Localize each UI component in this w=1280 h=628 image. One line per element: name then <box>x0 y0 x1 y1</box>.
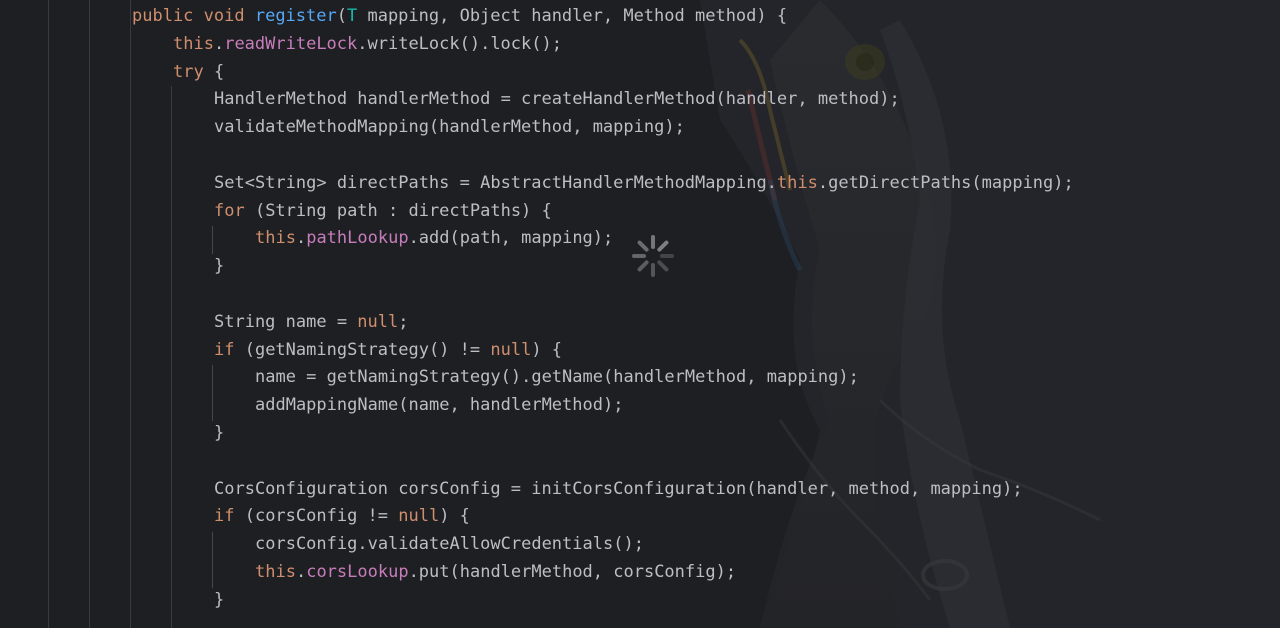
code-token: this <box>255 561 296 582</box>
code-line[interactable]: String name = null; <box>0 309 1280 337</box>
code-token: (getNamingStrategy() != <box>234 339 491 360</box>
code-token: null <box>490 339 532 360</box>
code-line[interactable]: this.readWriteLock.writeLock().lock(); <box>0 31 1280 59</box>
code-editor[interactable]: public void register(T mapping, Object h… <box>0 0 1280 628</box>
code-token: HandlerMethod handlerMethod = createHand… <box>214 89 900 110</box>
code-token: corsLookup <box>306 561 409 582</box>
code-token: (corsConfig != <box>234 506 399 527</box>
code-token: this <box>255 228 296 249</box>
code-token: pathLookup <box>306 228 409 249</box>
code-token: if <box>214 506 235 527</box>
code-line[interactable]: public void register(T mapping, Object h… <box>0 3 1280 31</box>
code-line[interactable]: for (String path : directPaths) { <box>0 198 1280 226</box>
code-token: this <box>776 172 818 193</box>
spinner-spoke <box>637 260 649 272</box>
code-token: .put(handlerMethod, corsConfig); <box>408 561 737 582</box>
code-token: public <box>132 6 204 26</box>
code-token: .add(path, mapping); <box>408 228 614 249</box>
code-token: (String path : directPaths) { <box>244 200 552 221</box>
code-token: mapping, Object handler, Method method) … <box>357 6 788 26</box>
code-line[interactable]: HandlerMethod handlerMethod = createHand… <box>0 86 1280 114</box>
code-token: register <box>254 6 337 26</box>
code-token: . <box>295 561 307 582</box>
code-token: } <box>214 256 225 277</box>
code-line[interactable]: addMappingName(name, handlerMethod); <box>0 392 1280 420</box>
code-token: T <box>346 6 358 26</box>
code-line[interactable] <box>0 142 1280 170</box>
code-token: readWriteLock <box>224 33 358 54</box>
code-token: null <box>357 311 399 332</box>
code-token: { <box>203 61 225 82</box>
code-token: corsConfig.validateAllowCredentials(); <box>255 534 644 555</box>
code-line[interactable]: this.corsLookup.put(handlerMethod, corsC… <box>0 559 1280 587</box>
code-token: validateMethodMapping(handlerMethod, map… <box>214 117 685 138</box>
code-line[interactable]: } <box>0 420 1280 448</box>
code-token: try <box>173 61 204 82</box>
code-line[interactable]: if (getNamingStrategy() != null) { <box>0 337 1280 365</box>
code-token: addMappingName(name, handlerMethod); <box>255 395 624 416</box>
code-token: for <box>214 200 245 221</box>
spinner-spoke <box>657 240 669 252</box>
code-token: } <box>214 589 225 610</box>
code-line[interactable]: validateMethodMapping(handlerMethod, map… <box>0 114 1280 142</box>
code-token: .getDirectPaths(mapping); <box>817 172 1074 193</box>
code-token: ) { <box>531 339 563 360</box>
code-token: null <box>398 506 440 527</box>
code-token: } <box>214 422 225 443</box>
code-token: Set<String> directPaths = AbstractHandle… <box>214 172 777 193</box>
code-token: String name = <box>214 311 358 332</box>
code-line[interactable]: CorsConfiguration corsConfig = initCorsC… <box>0 476 1280 504</box>
code-line[interactable]: corsConfig.validateAllowCredentials(); <box>0 531 1280 559</box>
code-token: if <box>214 339 235 360</box>
loading-spinner-icon <box>632 235 674 277</box>
code-line[interactable]: } <box>0 587 1280 615</box>
code-token: ; <box>398 311 409 332</box>
code-token: CorsConfiguration corsConfig = initCorsC… <box>214 478 1023 499</box>
code-line[interactable]: Set<String> directPaths = AbstractHandle… <box>0 170 1280 198</box>
spinner-spoke <box>657 260 669 272</box>
code-area[interactable]: public void register(T mapping, Object h… <box>0 3 1280 615</box>
code-line[interactable]: if (corsConfig != null) { <box>0 503 1280 531</box>
code-token: ( <box>336 6 347 26</box>
code-token: .writeLock().lock(); <box>357 33 562 54</box>
code-line[interactable] <box>0 281 1280 309</box>
code-token: . <box>213 33 225 54</box>
code-token: this <box>173 33 214 54</box>
code-line[interactable]: name = getNamingStrategy().getName(handl… <box>0 364 1280 392</box>
code-token: name = getNamingStrategy().getName(handl… <box>255 367 859 388</box>
code-token: . <box>295 228 307 249</box>
spinner-spoke <box>637 240 649 252</box>
code-token: ) { <box>439 506 470 527</box>
code-line[interactable] <box>0 448 1280 476</box>
code-token: void <box>203 6 255 26</box>
code-line[interactable]: try { <box>0 59 1280 87</box>
